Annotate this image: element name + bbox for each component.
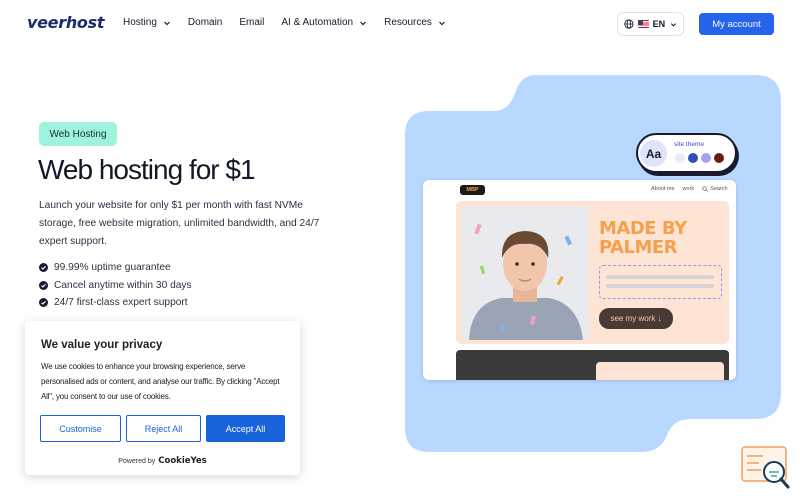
feature-text: 99.99% uptime guarantee [54, 262, 171, 274]
feature-item: Cancel anytime within 30 days [39, 277, 192, 295]
mockup-text-placeholder [599, 265, 722, 299]
see-my-work-button: see my work ↓ [599, 308, 673, 329]
feature-text: 24/7 first-class expert support [54, 297, 188, 309]
cookieyes-logo[interactable]: CookieYes [158, 456, 206, 466]
search-chat-widget-icon[interactable] [741, 446, 791, 490]
my-account-button[interactable]: My account [699, 13, 774, 35]
language-selector[interactable]: EN [617, 12, 684, 36]
chevron-down-icon [438, 21, 445, 25]
globe-icon [624, 19, 634, 29]
theme-swatch [688, 153, 698, 163]
portrait-image [461, 206, 589, 340]
nav-item-email[interactable]: Email [239, 17, 264, 28]
font-aa-icon: Aa [640, 140, 667, 167]
us-flag-icon [637, 20, 649, 28]
powered-by-label: Powered by [118, 457, 156, 465]
nav-item-label: Email [239, 17, 265, 28]
mockup-headline-line: PALMER [599, 237, 678, 258]
site-header: veerhost Hosting Domain Email AI & Autom… [0, 0, 800, 48]
theme-swatch [701, 153, 711, 163]
hero-badge: Web Hosting [39, 122, 117, 146]
language-code: EN [652, 19, 666, 29]
nav-item-label: Hosting [123, 17, 157, 28]
mockup-logo: MBP [460, 185, 485, 195]
theme-swatch [714, 153, 724, 163]
chevron-down-icon [163, 21, 170, 25]
hero-title: Web hosting for $1 [38, 154, 256, 185]
check-circle-icon [39, 263, 48, 273]
nav-item-domain[interactable]: Domain [188, 17, 222, 28]
search-icon [702, 186, 708, 192]
powered-by: Powered by CookieYes [25, 456, 300, 466]
feature-item: 24/7 first-class expert support [39, 294, 192, 312]
nav-item-ai-automation[interactable]: AI & Automation [281, 17, 367, 28]
chevron-down-icon [360, 21, 367, 25]
cookie-title: We value your privacy [41, 339, 163, 351]
mockup-headline: MADE BY PALMER [599, 219, 687, 257]
cookie-description: We use cookies to enhance your browsing … [41, 362, 280, 401]
chevron-down-icon [671, 22, 677, 27]
reject-all-button[interactable]: Reject All [126, 415, 201, 442]
accept-all-button[interactable]: Accept All [206, 415, 285, 442]
feature-item: 99.99% uptime guarantee [39, 259, 192, 277]
theme-swatch [675, 153, 685, 163]
customise-button[interactable]: Customise [40, 415, 121, 442]
nav-item-resources[interactable]: Resources [384, 17, 446, 28]
nav-item-label: Resources [384, 17, 432, 28]
mockup-nav-item: Search [710, 186, 728, 192]
feature-text: Cancel anytime within 30 days [54, 279, 192, 291]
cookie-consent-banner: We value your privacy We use cookies to … [25, 321, 300, 475]
mockup-nav: About me work Search [651, 186, 728, 192]
main-nav: Hosting Domain Email AI & Automation Res… [123, 17, 463, 28]
mockup-card [596, 362, 724, 380]
mockup-nav-item: About me [651, 186, 675, 192]
check-circle-icon [39, 298, 48, 308]
check-circle-icon [39, 280, 48, 290]
mockup-headline-line: MADE BY [599, 218, 687, 239]
mockup-nav-item: work [682, 186, 695, 192]
nav-item-label: AI & Automation [281, 17, 354, 28]
feature-list: 99.99% uptime guarantee Cancel anytime w… [39, 259, 192, 312]
hero-description: Launch your website for only $1 per mont… [39, 200, 320, 247]
veerhost-logo[interactable]: veerhost [27, 13, 104, 32]
nav-item-hosting[interactable]: Hosting [123, 17, 171, 28]
site-theme-label: site theme [674, 141, 704, 148]
nav-item-label: Domain [187, 17, 223, 28]
